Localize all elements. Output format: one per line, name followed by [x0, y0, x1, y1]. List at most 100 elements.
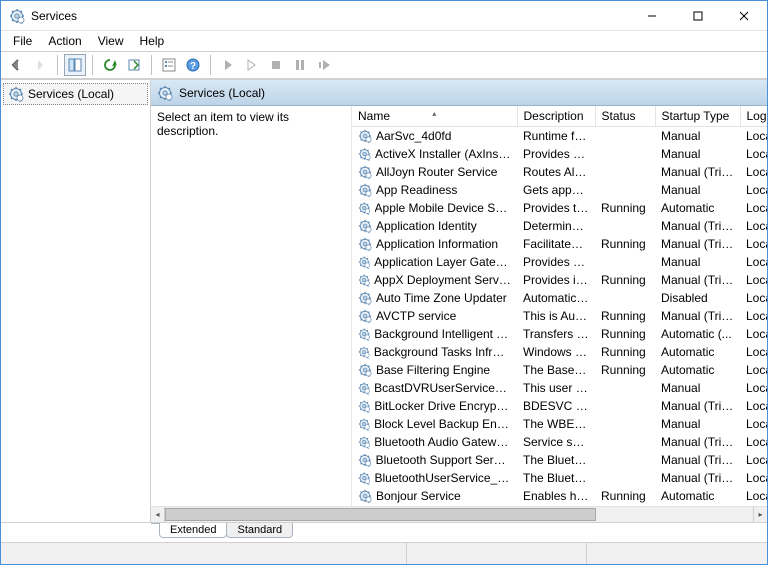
- column-description[interactable]: Description: [517, 106, 595, 127]
- maximize-button[interactable]: [675, 1, 721, 30]
- service-status: Running: [595, 271, 655, 289]
- table-row[interactable]: Background Intelligent Tran...Transfers …: [352, 325, 767, 343]
- table-row[interactable]: BluetoothUserService_4d0fdThe Bluetoo...…: [352, 469, 767, 487]
- table-row[interactable]: AVCTP serviceThis is Audi...RunningManua…: [352, 307, 767, 325]
- table-row[interactable]: Bonjour ServiceEnables har...RunningAuto…: [352, 487, 767, 505]
- table-row[interactable]: Application IdentityDetermines ...Manual…: [352, 217, 767, 235]
- service-icon: [358, 219, 372, 233]
- table-row[interactable]: App ReadinessGets apps re...ManualLoca: [352, 181, 767, 199]
- service-name: ActiveX Installer (AxInstSV): [375, 147, 511, 161]
- close-button[interactable]: [721, 1, 767, 30]
- table-row[interactable]: Auto Time Zone UpdaterAutomatica...Disab…: [352, 289, 767, 307]
- service-name: AllJoyn Router Service: [376, 165, 497, 179]
- table-row[interactable]: Bluetooth Support ServiceThe Bluetoo...M…: [352, 451, 767, 469]
- service-list[interactable]: ▴Name Description Status Startup Type Lo…: [351, 106, 767, 506]
- pause-service-button[interactable]: [289, 54, 311, 76]
- service-icon: [358, 147, 371, 161]
- scroll-left-icon[interactable]: ◂: [151, 507, 165, 522]
- table-row[interactable]: AllJoyn Router ServiceRoutes AllJo...Man…: [352, 163, 767, 181]
- table-row[interactable]: Application Layer Gateway ... Provides su…: [352, 253, 767, 271]
- service-status: [595, 469, 655, 487]
- table-row[interactable]: Block Level Backup Engine ...The WBENG..…: [352, 415, 767, 433]
- service-description: The Base Fil...: [517, 361, 595, 379]
- service-status: [595, 451, 655, 469]
- service-status: Running: [595, 343, 655, 361]
- menu-bar: File Action View Help: [1, 31, 767, 51]
- table-row[interactable]: AppX Deployment Service (...Provides inf…: [352, 271, 767, 289]
- service-description: Provides inf...: [517, 271, 595, 289]
- service-name: Bluetooth Audio Gateway S...: [374, 435, 511, 449]
- properties-button[interactable]: [158, 54, 180, 76]
- service-logon: Loca: [740, 397, 767, 415]
- service-icon: [358, 471, 371, 485]
- service-description: This is Audi...: [517, 307, 595, 325]
- service-status: Running: [595, 307, 655, 325]
- service-startup: Manual (Trig...: [655, 235, 740, 253]
- content-header: Services (Local): [151, 80, 767, 106]
- service-icon: [358, 327, 370, 341]
- service-description: Provides su...: [517, 253, 595, 271]
- table-row[interactable]: ActiveX Installer (AxInstSV)Provides Us.…: [352, 145, 767, 163]
- restart-service-button[interactable]: [313, 54, 335, 76]
- service-startup: Manual (Trig...: [655, 397, 740, 415]
- column-status[interactable]: Status: [595, 106, 655, 127]
- column-name[interactable]: ▴Name: [352, 106, 517, 127]
- description-pane: Select an item to view its description.: [151, 106, 351, 506]
- column-startup-type[interactable]: Startup Type: [655, 106, 740, 127]
- service-status: [595, 181, 655, 199]
- title-bar: Services: [1, 1, 767, 31]
- table-row[interactable]: AarSvc_4d0fdRuntime for...ManualLoca: [352, 127, 767, 145]
- tab-standard[interactable]: Standard: [226, 523, 293, 538]
- menu-help[interactable]: Help: [132, 32, 173, 50]
- service-name: Background Tasks Infrastruc...: [374, 345, 511, 359]
- resume-service-button[interactable]: [241, 54, 263, 76]
- menu-view[interactable]: View: [90, 32, 132, 50]
- console-tree[interactable]: Services (Local): [1, 80, 151, 522]
- service-startup: Manual (Trig...: [655, 469, 740, 487]
- service-name: App Readiness: [376, 183, 457, 197]
- service-startup: Automatic (...: [655, 325, 740, 343]
- help-button[interactable]: ?: [182, 54, 204, 76]
- service-icon: [358, 183, 372, 197]
- service-name: Application Layer Gateway ...: [374, 255, 511, 269]
- services-icon: [157, 85, 173, 101]
- stop-service-button[interactable]: [265, 54, 287, 76]
- column-logon[interactable]: Log On As: [740, 106, 767, 127]
- menu-action[interactable]: Action: [40, 32, 89, 50]
- table-row[interactable]: BcastDVRUserService_4d0fdThis user ser..…: [352, 379, 767, 397]
- service-logon: Loca: [740, 325, 767, 343]
- table-row[interactable]: BitLocker Drive Encryption ...BDESVC hos…: [352, 397, 767, 415]
- horizontal-scrollbar[interactable]: ◂ ▸: [151, 506, 767, 522]
- service-name: Bluetooth Support Service: [376, 453, 511, 467]
- toolbar-separator: [57, 55, 58, 75]
- minimize-button[interactable]: [629, 1, 675, 30]
- service-startup: Automatic: [655, 199, 740, 217]
- service-name: Application Identity: [376, 219, 477, 233]
- scroll-right-icon[interactable]: ▸: [753, 507, 767, 522]
- service-description: Facilitates t...: [517, 235, 595, 253]
- table-row[interactable]: Apple Mobile Device ServiceProvides th..…: [352, 199, 767, 217]
- menu-file[interactable]: File: [5, 32, 40, 50]
- forward-button[interactable]: [29, 54, 51, 76]
- service-name: Bonjour Service: [376, 489, 461, 503]
- tab-extended[interactable]: Extended: [159, 523, 227, 538]
- table-row[interactable]: Background Tasks Infrastruc...Windows in…: [352, 343, 767, 361]
- refresh-button[interactable]: [99, 54, 121, 76]
- service-name: Background Intelligent Tran...: [374, 327, 511, 341]
- column-label: Status: [602, 109, 636, 123]
- export-list-button[interactable]: [123, 54, 145, 76]
- service-startup: Manual (Trig...: [655, 451, 740, 469]
- service-startup: Manual: [655, 145, 740, 163]
- start-service-button[interactable]: [217, 54, 239, 76]
- scroll-thumb[interactable]: [165, 508, 596, 521]
- back-button[interactable]: [5, 54, 27, 76]
- service-name: BluetoothUserService_4d0fd: [375, 471, 511, 485]
- table-row[interactable]: Bluetooth Audio Gateway S...Service sup.…: [352, 433, 767, 451]
- table-row[interactable]: Base Filtering EngineThe Base Fil...Runn…: [352, 361, 767, 379]
- show-hide-tree-button[interactable]: [64, 54, 86, 76]
- table-row[interactable]: Application InformationFacilitates t...R…: [352, 235, 767, 253]
- service-icon: [358, 489, 372, 503]
- toolbar-separator: [92, 55, 93, 75]
- tree-item-services-local[interactable]: Services (Local): [3, 83, 148, 105]
- service-description: Runtime for...: [517, 127, 595, 145]
